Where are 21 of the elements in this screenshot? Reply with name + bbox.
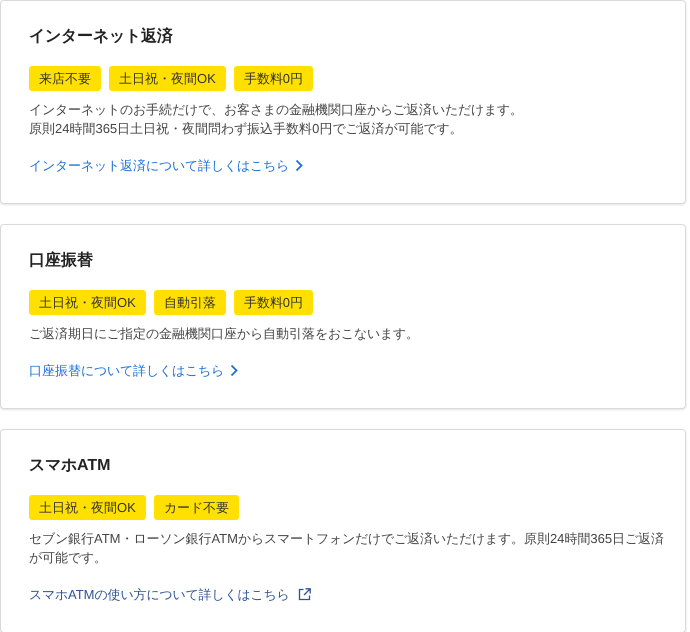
chevron-right-icon <box>295 159 303 172</box>
feature-tag: 土日祝・夜間OK <box>109 66 226 91</box>
feature-tag: 手数料0円 <box>234 290 314 315</box>
description-text: ご返済期日にご指定の金融機関口座から自動引落をおこないます。 <box>29 325 419 343</box>
feature-tag: 土日祝・夜間OK <box>29 290 146 315</box>
details-link[interactable]: スマホATMの使い方について詳しくはこちら <box>29 585 312 604</box>
feature-tag: 土日祝・夜間OK <box>29 495 146 520</box>
details-link[interactable]: インターネット返済について詳しくはこちら <box>29 156 303 175</box>
chevron-right-icon <box>230 364 238 377</box>
description-text: セブン銀行ATM・ローソン銀行ATMからスマートフォンだけでご返済いただけます。原則24時間365日ご返済が可能です。 <box>29 530 666 567</box>
feature-tag: 来店不要 <box>29 66 101 91</box>
details-link[interactable]: 口座振替について詳しくはこちら <box>29 361 238 380</box>
card-title: 口座振替 <box>29 250 93 271</box>
card-title: スマホATM <box>29 456 110 476</box>
feature-tag: 手数料0円 <box>234 66 314 91</box>
external-link-icon <box>298 588 312 601</box>
card-title: インターネット返済 <box>29 26 173 47</box>
description-text: インターネットのお手続だけで、お客さまの金融機関口座からご返済いただけます。 <box>29 101 523 119</box>
feature-tag: カード不要 <box>154 495 239 520</box>
description-text: 原則24時間365日土日祝・夜間問わず振込手数料0円でご返済が可能です。 <box>29 120 462 138</box>
feature-tag: 自動引落 <box>154 290 226 315</box>
